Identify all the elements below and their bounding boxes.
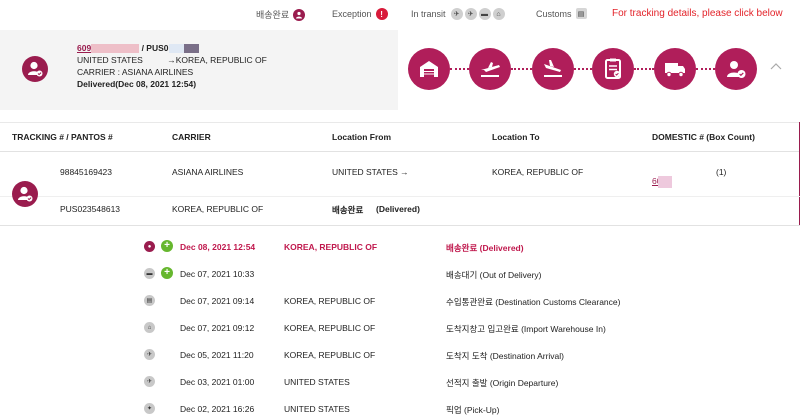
history-date: Dec 07, 2021 10:33 (180, 269, 255, 279)
history-status: 도착지 도착 (Destination Arrival) (446, 351, 564, 361)
legend-exception: Exception ! (332, 8, 388, 20)
plane-depart-icon: ✈ (144, 376, 155, 387)
customs-step-icon (592, 48, 634, 90)
history-row: ✈ Dec 03, 2021 01:00 UNITED STATES 선적지 출… (0, 369, 800, 395)
history-status: 배송대기 (Out of Delivery) (446, 270, 542, 280)
redacted-pantos (168, 44, 199, 54)
chevron-up-icon[interactable] (769, 60, 783, 74)
history-location: KOREA, REPUBLIC OF (284, 242, 378, 252)
delivery-status-en: (Delivered) (376, 204, 420, 214)
status-legend: 배송완료 Exception ! In transit ✈ ✈ ▬ ⌂ Cust… (0, 0, 800, 30)
col-location-to: Location To (492, 132, 540, 142)
history-row: ▬ + Dec 07, 2021 10:33 배송대기 (Out of Deli… (0, 261, 800, 287)
delivery-status-ko: 배송완료 (332, 205, 364, 215)
user-check-icon: ● (144, 241, 155, 252)
history-date: Dec 05, 2021 11:20 (180, 350, 254, 360)
history-location: UNITED STATES (284, 377, 350, 387)
recipient-icon (22, 56, 48, 82)
col-location-from: Location From (332, 132, 392, 142)
legend-transit-label: In transit (411, 9, 446, 19)
tracking-history: ● + Dec 08, 2021 12:54 KOREA, REPUBLIC O… (0, 226, 800, 418)
history-location: KOREA, REPUBLIC OF (284, 323, 376, 333)
plane-arrive-icon: ✈ (464, 8, 477, 20)
history-location: UNITED STATES (284, 404, 350, 414)
history-status: 선적지 출발 (Origin Departure) (446, 378, 559, 388)
history-status: 수입통관완료 (Destination Customs Clearance) (446, 297, 621, 307)
plane-arrive-icon: ✈ (144, 349, 155, 360)
legend-customs-label: Customs (536, 8, 572, 19)
location-to: KOREA, REPUBLIC OF (492, 167, 584, 177)
carrier-country: KOREA, REPUBLIC OF (172, 204, 264, 214)
shipment-summary[interactable]: 609 / PUS0 UNITED STATES →KOREA, REPUBLI… (0, 30, 800, 110)
warehouse-icon: ⌂ (492, 8, 505, 20)
history-row: ▤ Dec 07, 2021 09:14 KOREA, REPUBLIC OF … (0, 288, 800, 314)
departure-step-icon (469, 48, 511, 90)
step-connector (574, 68, 592, 70)
legend-customs: Customs ▤ (536, 8, 587, 19)
history-location: KOREA, REPUBLIC OF (284, 296, 376, 306)
carrier-text: CARRIER : ASIANA AIRLINES (77, 67, 194, 77)
tracking-link[interactable]: 609 (77, 43, 91, 53)
shipment-info: 609 / PUS0 UNITED STATES →KOREA, REPUBLI… (77, 42, 267, 90)
legend-delivered-label: 배송완료 (256, 10, 290, 20)
legend-delivered: 배송완료 (256, 8, 306, 21)
shipment-progress (398, 30, 800, 110)
table-row: PUS023548613 KOREA, REPUBLIC OF 배송완료 (De… (0, 195, 800, 222)
tracking-details-hint: For tracking details, please click below (612, 8, 783, 19)
truck-step-icon (654, 48, 696, 90)
step-connector (511, 68, 532, 70)
history-date: Dec 08, 2021 12:54 (180, 242, 256, 252)
history-date: Dec 03, 2021 01:00 (180, 377, 255, 387)
history-status: 도착지창고 입고완료 (Import Warehouse In) (446, 324, 606, 334)
delivered-step-icon (715, 48, 757, 90)
redacted-domestic (658, 176, 672, 188)
history-status: 픽업 (Pick-Up) (446, 405, 500, 415)
user-check-icon (293, 8, 306, 21)
redacted-tracking (91, 44, 140, 54)
history-row: ● + Dec 08, 2021 12:54 KOREA, REPUBLIC O… (0, 234, 800, 260)
truck-icon: ▬ (478, 8, 491, 20)
expand-icon[interactable]: + (161, 267, 173, 279)
history-date: Dec 07, 2021 09:14 (180, 296, 255, 306)
carrier-name: ASIANA AIRLINES (172, 167, 244, 177)
origin-text: UNITED STATES (77, 55, 143, 65)
history-row: ✈ Dec 05, 2021 11:20 KOREA, REPUBLIC OF … (0, 342, 800, 368)
col-tracking: TRACKING # / PANTOS # (12, 132, 113, 142)
step-connector (450, 68, 469, 70)
legend-transit: In transit ✈ ✈ ▬ ⌂ (411, 8, 505, 20)
col-carrier: CARRIER (172, 132, 211, 142)
plane-depart-icon: ✈ (450, 8, 463, 20)
table-row: 98845169423 ASIANA AIRLINES UNITED STATE… (0, 158, 800, 188)
pantos-number: / PUS0 (141, 43, 169, 53)
history-location: KOREA, REPUBLIC OF (284, 350, 376, 360)
history-date: Dec 07, 2021 09:12 (180, 323, 255, 333)
tracking-number: 98845169423 (60, 167, 113, 177)
warehouse-icon: ⌂ (144, 322, 155, 333)
col-domestic: DOMESTIC # (Box Count) (652, 132, 755, 142)
history-date: Dec 02, 2021 16:26 (180, 404, 255, 414)
arrival-step-icon (532, 48, 574, 90)
expand-icon[interactable]: + (161, 240, 173, 252)
legend-exception-label: Exception (332, 9, 372, 19)
history-row: ✦ Dec 02, 2021 16:26 UNITED STATES 픽업 (P… (0, 396, 800, 418)
delivery-status-text: Delivered(Dec 08, 2021 12:54) (77, 79, 197, 89)
step-connector (634, 68, 654, 70)
customs-icon: ▤ (575, 8, 587, 19)
history-status: 배송완료 (Delivered) (446, 243, 524, 253)
customs-icon: ▤ (144, 295, 155, 306)
history-row: ⌂ Dec 07, 2021 09:12 KOREA, REPUBLIC OF … (0, 315, 800, 341)
step-connector (696, 68, 715, 70)
truck-icon: ▬ (144, 268, 155, 279)
destination-text: →KOREA, REPUBLIC OF (167, 55, 267, 65)
location-from: UNITED STATES → (332, 167, 409, 177)
exception-icon: ! (375, 8, 388, 20)
pickup-icon: ✦ (144, 403, 155, 414)
box-count: (1) (716, 167, 727, 177)
pantos-number-cell: PUS023548613 (60, 204, 121, 214)
tracking-table-header: TRACKING # / PANTOS # CARRIER Location F… (0, 122, 800, 152)
warehouse-step-icon (408, 48, 450, 90)
